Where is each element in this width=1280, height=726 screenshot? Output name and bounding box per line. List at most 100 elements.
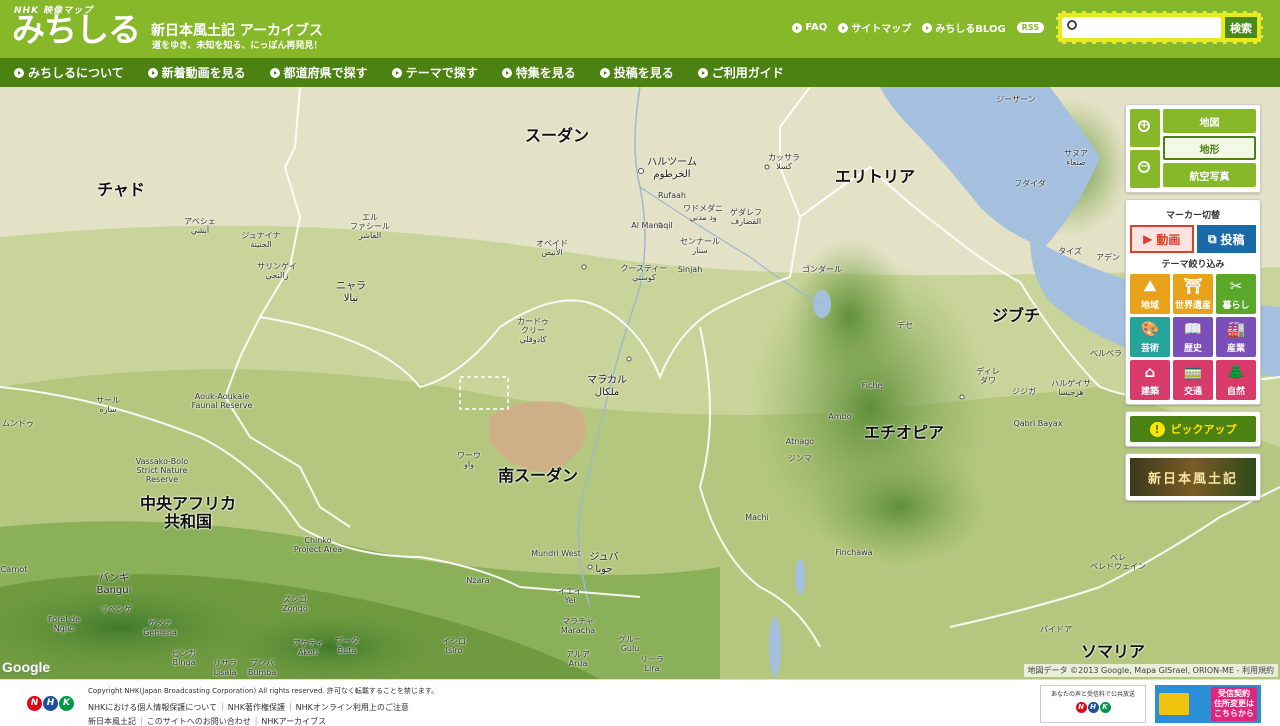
nav-prefectures[interactable]: 都道府県で探す bbox=[269, 64, 368, 81]
map-label-city: アケティ Aketi bbox=[292, 639, 324, 658]
maptype-terrain[interactable]: 地形 bbox=[1163, 136, 1256, 160]
zoom-out-button[interactable]: − bbox=[1130, 150, 1160, 188]
separator: | bbox=[254, 716, 258, 725]
map-label-city: ズンゴ Zongo bbox=[282, 595, 308, 614]
play-icon: ▶ bbox=[1143, 232, 1153, 246]
footer-link[interactable]: NHKにおける個人情報保護について bbox=[88, 702, 217, 713]
search-icon bbox=[1067, 20, 1077, 30]
map-label-car: 中央アフリカ 共和国 bbox=[139, 494, 237, 532]
map-label-city: Vassako-Bolo Strict Nature Reserve bbox=[135, 457, 189, 485]
zoom-in-icon: + bbox=[1138, 120, 1150, 132]
map-label-city: ブンバ Bumba bbox=[247, 659, 277, 678]
nhk-letter: K bbox=[59, 696, 74, 711]
footer-link[interactable]: NHK著作権保護 bbox=[228, 702, 285, 713]
nav-label: 投稿を見る bbox=[613, 66, 674, 80]
arrow-icon bbox=[501, 67, 512, 78]
shin-nihon-fudoki-banner[interactable]: 新日本風土記 bbox=[1130, 458, 1256, 496]
public-broadcast-banner[interactable]: あなたの声と受信料で公共放送 N H K bbox=[1040, 685, 1146, 723]
theme-label: 自然 bbox=[1226, 387, 1245, 397]
nav-new-videos[interactable]: 新着動画を見る bbox=[147, 64, 246, 81]
nav-themes[interactable]: テーマで探す bbox=[391, 64, 478, 81]
map-label-city: エル ファシール الفاشر bbox=[350, 213, 390, 241]
footer-link[interactable]: 新日本風土記 bbox=[88, 716, 136, 726]
arrow-icon bbox=[697, 67, 708, 78]
map-label-city: ジジガ bbox=[1012, 387, 1036, 396]
theme-palette[interactable]: 🎨 芸術 bbox=[1130, 317, 1170, 357]
site-logo[interactable]: みちしる bbox=[12, 12, 141, 48]
theme-mountain[interactable]: ⛰ 地域 bbox=[1130, 274, 1170, 314]
nav-label: 新着動画を見る bbox=[161, 66, 246, 80]
faq-link[interactable]: FAQ bbox=[792, 22, 827, 33]
nav-label: 特集を見る bbox=[515, 66, 576, 80]
nhk-letter: H bbox=[1087, 702, 1099, 713]
map-label-city: オベイド الأبيض bbox=[536, 239, 568, 258]
rss-button[interactable]: RSS bbox=[1016, 22, 1044, 33]
map-label-city: ゲメナ Gemena bbox=[143, 619, 177, 638]
footer-link[interactable]: このサイトへのお問い合わせ bbox=[147, 716, 251, 726]
site-header: NHK 映像マップ みちしる 新日本風土記 アーカイブス 道をゆき、未知を知る、… bbox=[0, 0, 1280, 58]
logo-tagline: 道をゆき、未知を知る、にっぽん再発見！ bbox=[152, 41, 323, 51]
nav-label: ご利用ガイド bbox=[711, 66, 784, 80]
map-label-somalia: ソマリア bbox=[1080, 642, 1146, 661]
nhk-logo-small: N H K bbox=[1041, 702, 1145, 713]
marker-post-button[interactable]: ⧉ 投稿 bbox=[1196, 225, 1256, 253]
maptype-map[interactable]: 地図 bbox=[1163, 109, 1256, 133]
map-label-city: Qabri Bayax bbox=[1013, 419, 1063, 428]
nav-features[interactable]: 特集を見る bbox=[501, 64, 576, 81]
logo-title: 新日本風土記 アーカイブス bbox=[151, 23, 324, 39]
truck-icon bbox=[1159, 693, 1189, 715]
factory-icon: 🏭 bbox=[1226, 320, 1246, 338]
theme-train[interactable]: 🚃 交通 bbox=[1173, 360, 1213, 400]
map-label-city: Chinko Project Area bbox=[293, 536, 343, 555]
map-label-south-sudan: 南スーダン bbox=[497, 466, 579, 485]
search-input[interactable] bbox=[1062, 17, 1221, 38]
theme-factory[interactable]: 🏭 産業 bbox=[1216, 317, 1256, 357]
theme-utensils[interactable]: ✂ 暮らし bbox=[1216, 274, 1256, 314]
arrow-icon bbox=[922, 22, 933, 33]
map-label-city: ピンガ Binga bbox=[172, 649, 196, 668]
map-label-city: ジュナイナ الجنينة bbox=[241, 231, 281, 250]
map-canvas[interactable]: スーダン チャド エリトリア ジブチ エチオピア 南スーダン 中央アフリカ 共和… bbox=[0, 87, 1280, 679]
arrow-icon bbox=[792, 22, 803, 33]
separator: | bbox=[140, 716, 143, 725]
nhk-letter: K bbox=[1099, 702, 1111, 713]
marker-theme-box: マーカー切替 ▶ 動画 ⧉ 投稿 テーマ絞り込み ⛰ 地域 ⛩ 世界遺産 ✂ 暮らし 🎨 芸術 📖 歴… bbox=[1125, 199, 1261, 405]
sitemap-link[interactable]: サイトマップ bbox=[838, 20, 911, 35]
theme-tree[interactable]: 🌲 自然 bbox=[1216, 360, 1256, 400]
marker-video-button[interactable]: ▶ 動画 bbox=[1130, 225, 1194, 253]
zoom-in-button[interactable]: + bbox=[1130, 109, 1160, 147]
book-icon: 📖 bbox=[1183, 320, 1203, 338]
nhk-logo[interactable]: N H K bbox=[27, 696, 74, 711]
map-label-city: ニャラ نيالا bbox=[336, 281, 366, 304]
pickup-button[interactable]: ! ピックアップ bbox=[1130, 416, 1256, 442]
nav-guide[interactable]: ご利用ガイド bbox=[697, 64, 784, 81]
map-label-city: ジーザーン bbox=[996, 95, 1036, 104]
map-label-city: マラカル ملكال bbox=[587, 375, 627, 398]
post-icon: ⧉ bbox=[1207, 231, 1217, 246]
map-label-city: Nzara bbox=[466, 576, 490, 585]
separator: | bbox=[288, 702, 292, 711]
nav-posts[interactable]: 投稿を見る bbox=[599, 64, 674, 81]
map-copyright[interactable]: 地図データ ©2013 Google, Mapa GISrael, ORION-… bbox=[1023, 664, 1278, 677]
map-label-city: アベシェ أبشي bbox=[184, 217, 216, 236]
map-label-djibouti: ジブチ bbox=[991, 306, 1041, 325]
arrow-icon bbox=[14, 67, 24, 78]
theme-house[interactable]: ⌂ 建築 bbox=[1130, 360, 1170, 400]
nav-about[interactable]: みちしるについて bbox=[14, 64, 124, 81]
map-label-city: Al Manaqil bbox=[631, 221, 673, 230]
theme-temple[interactable]: ⛩ 世界遺産 bbox=[1173, 274, 1213, 314]
map-label-city: アルア Arua bbox=[566, 650, 590, 669]
search-button[interactable]: 検索 bbox=[1225, 17, 1257, 38]
map-label-city: Mundri West bbox=[531, 549, 581, 558]
map-label-city: ディレ ダワ bbox=[976, 367, 1000, 386]
maptype-satellite[interactable]: 航空写真 bbox=[1163, 163, 1256, 187]
map-label-city: Aouk-Aoukale Faunal Reserve bbox=[191, 392, 253, 411]
map-label-city: ワーウ واو bbox=[457, 451, 481, 470]
theme-label: 産業 bbox=[1226, 344, 1245, 354]
map-label-sudan: スーダン bbox=[524, 126, 590, 145]
theme-book[interactable]: 📖 歴史 bbox=[1173, 317, 1213, 357]
footer-link[interactable]: NHKアーカイブス bbox=[261, 716, 326, 726]
address-change-banner[interactable]: 受信契約 住所変更は こちらから bbox=[1155, 685, 1261, 723]
blog-link[interactable]: みちしるBLOG bbox=[922, 20, 1006, 35]
footer-link[interactable]: NHKオンライン利用上のご注意 bbox=[296, 702, 409, 713]
